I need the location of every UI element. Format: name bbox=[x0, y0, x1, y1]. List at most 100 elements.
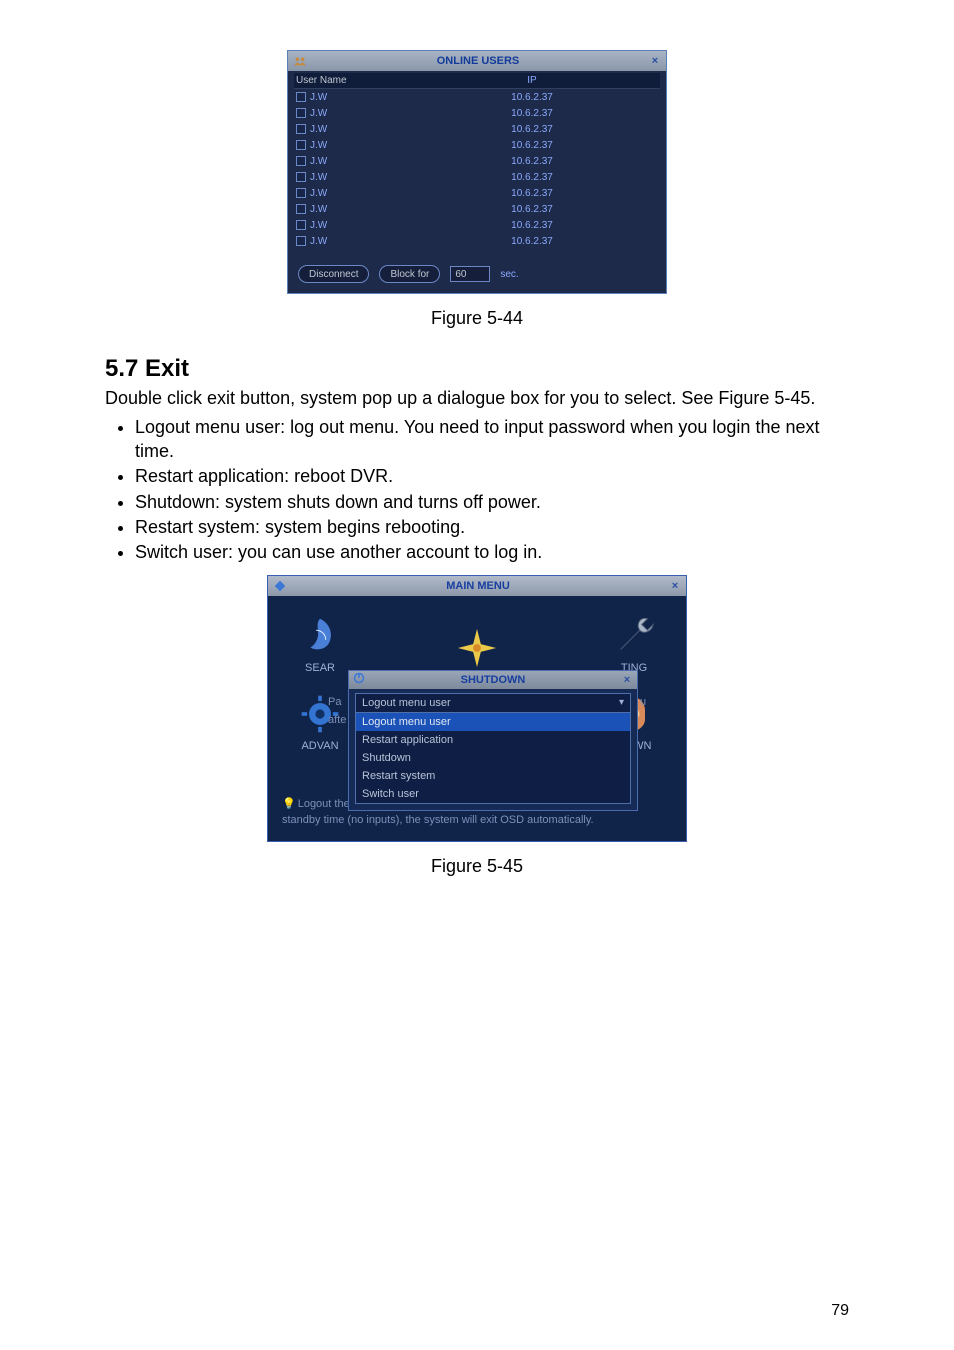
main-menu-icon bbox=[272, 578, 288, 594]
chevron-down-icon: ▾ bbox=[619, 697, 624, 708]
shutdown-option[interactable]: Shutdown bbox=[356, 749, 630, 767]
online-users-titlebar: ONLINE USERS × bbox=[288, 51, 666, 71]
table-row[interactable]: J.W 10.6.2.37 bbox=[294, 105, 660, 121]
menu-label: ADVAN bbox=[301, 740, 338, 752]
shutdown-select[interactable]: Logout menu user ▾ Logout menu user Rest… bbox=[355, 693, 631, 804]
list-item: Logout menu user: log out menu. You need… bbox=[135, 416, 849, 463]
row-user: J.W bbox=[310, 108, 327, 119]
main-menu-search[interactable]: SEAR bbox=[296, 612, 344, 674]
main-menu-body: SEAR TING bbox=[268, 596, 686, 796]
exit-options-list: Logout menu user: log out menu. You need… bbox=[105, 416, 849, 564]
row-checkbox[interactable] bbox=[296, 108, 306, 118]
main-menu-title: MAIN MENU bbox=[288, 580, 668, 592]
main-menu-info[interactable] bbox=[453, 624, 501, 674]
close-icon[interactable]: × bbox=[621, 674, 633, 686]
shutdown-option[interactable]: Logout menu user bbox=[356, 713, 630, 731]
close-icon[interactable]: × bbox=[668, 580, 682, 592]
info-icon bbox=[453, 624, 501, 672]
main-menu-dialog: MAIN MENU × SEAR bbox=[267, 575, 687, 842]
row-checkbox[interactable] bbox=[296, 204, 306, 214]
row-checkbox[interactable] bbox=[296, 188, 306, 198]
row-user: J.W bbox=[310, 188, 327, 199]
shutdown-dialog: SHUTDOWN × Logout menu user ▾ Logout men… bbox=[348, 670, 638, 811]
row-checkbox[interactable] bbox=[296, 124, 306, 134]
table-row[interactable]: J.W 10.6.2.37 bbox=[294, 169, 660, 185]
shutdown-option[interactable]: Restart application bbox=[356, 731, 630, 749]
row-checkbox[interactable] bbox=[296, 156, 306, 166]
online-users-table: User Name IP J.W 10.6.2.37 J.W 10.6.2.37 J… bbox=[288, 71, 666, 257]
table-row[interactable]: J.W 10.6.2.37 bbox=[294, 89, 660, 105]
table-row[interactable]: J.W 10.6.2.37 bbox=[294, 201, 660, 217]
col-user-name: User Name bbox=[296, 75, 406, 86]
list-item: Restart application: reboot DVR. bbox=[135, 465, 849, 488]
row-ip: 10.6.2.37 bbox=[404, 236, 660, 247]
table-row[interactable]: J.W 10.6.2.37 bbox=[294, 233, 660, 249]
shutdown-title-icon bbox=[353, 672, 365, 687]
row-user: J.W bbox=[310, 236, 327, 247]
online-users-actions: Disconnect Block for sec. bbox=[288, 257, 666, 293]
shutdown-select-value[interactable]: Logout menu user ▾ bbox=[356, 694, 630, 712]
col-ip: IP bbox=[406, 75, 658, 86]
hint-line-2: standby time (no inputs), the system wil… bbox=[282, 814, 594, 826]
online-users-dialog: ONLINE USERS × User Name IP J.W 10.6.2.37… bbox=[287, 50, 667, 294]
row-ip: 10.6.2.37 bbox=[404, 188, 660, 199]
row-checkbox[interactable] bbox=[296, 92, 306, 102]
table-row[interactable]: J.W 10.6.2.37 bbox=[294, 185, 660, 201]
search-icon bbox=[296, 612, 344, 660]
row-user: J.W bbox=[310, 156, 327, 167]
row-user: J.W bbox=[310, 92, 327, 103]
menu-label: SEAR bbox=[305, 662, 335, 674]
block-seconds-input[interactable] bbox=[450, 266, 490, 282]
list-item: Switch user: you can use another account… bbox=[135, 541, 849, 564]
disconnect-button[interactable]: Disconnect bbox=[298, 265, 369, 283]
figure-5-44-caption: Figure 5-44 bbox=[105, 308, 849, 329]
row-user: J.W bbox=[310, 204, 327, 215]
row-ip: 10.6.2.37 bbox=[404, 156, 660, 167]
shutdown-option[interactable]: Switch user bbox=[356, 785, 630, 803]
row-ip: 10.6.2.37 bbox=[404, 220, 660, 231]
fragment-afte: afte bbox=[328, 714, 346, 726]
row-user: J.W bbox=[310, 220, 327, 231]
close-icon[interactable]: × bbox=[648, 55, 662, 67]
fragment-u: u bbox=[640, 696, 646, 708]
fragment-pa: Pa bbox=[328, 696, 341, 708]
shutdown-option[interactable]: Restart system bbox=[356, 767, 630, 785]
row-ip: 10.6.2.37 bbox=[404, 108, 660, 119]
section-5-7-heading: 5.7 Exit bbox=[105, 355, 849, 383]
block-for-button[interactable]: Block for bbox=[379, 265, 440, 283]
row-checkbox[interactable] bbox=[296, 220, 306, 230]
row-user: J.W bbox=[310, 172, 327, 183]
shutdown-body: Logout menu user ▾ Logout menu user Rest… bbox=[349, 689, 637, 810]
row-ip: 10.6.2.37 bbox=[404, 172, 660, 183]
wrench-icon bbox=[610, 612, 658, 660]
section-5-7-para: Double click exit button, system pop up … bbox=[105, 387, 849, 410]
table-row[interactable]: J.W 10.6.2.37 bbox=[294, 153, 660, 169]
row-ip: 10.6.2.37 bbox=[404, 140, 660, 151]
figure-5-45-caption: Figure 5-45 bbox=[105, 856, 849, 877]
row-ip: 10.6.2.37 bbox=[404, 124, 660, 135]
main-menu-setting[interactable]: TING bbox=[610, 612, 658, 674]
table-header: User Name IP bbox=[294, 73, 660, 89]
row-ip: 10.6.2.37 bbox=[404, 204, 660, 215]
seconds-label: sec. bbox=[500, 269, 518, 280]
shutdown-title: SHUTDOWN bbox=[365, 674, 621, 686]
users-icon bbox=[292, 53, 308, 69]
main-menu-titlebar: MAIN MENU × bbox=[268, 576, 686, 596]
shutdown-options-list: Logout menu user Restart application Shu… bbox=[356, 712, 630, 803]
list-item: Restart system: system begins rebooting. bbox=[135, 516, 849, 539]
row-checkbox[interactable] bbox=[296, 172, 306, 182]
list-item: Shutdown: system shuts down and turns of… bbox=[135, 491, 849, 514]
row-user: J.W bbox=[310, 124, 327, 135]
table-row[interactable]: J.W 10.6.2.37 bbox=[294, 217, 660, 233]
row-checkbox[interactable] bbox=[296, 140, 306, 150]
page-number: 79 bbox=[831, 1302, 849, 1320]
shutdown-titlebar: SHUTDOWN × bbox=[349, 671, 637, 689]
row-checkbox[interactable] bbox=[296, 236, 306, 246]
table-row[interactable]: J.W 10.6.2.37 bbox=[294, 121, 660, 137]
lightbulb-icon: 💡 bbox=[282, 798, 296, 810]
table-row[interactable]: J.W 10.6.2.37 bbox=[294, 137, 660, 153]
row-ip: 10.6.2.37 bbox=[404, 92, 660, 103]
online-users-title: ONLINE USERS bbox=[308, 55, 648, 67]
row-user: J.W bbox=[310, 140, 327, 151]
shutdown-selected-label: Logout menu user bbox=[362, 697, 451, 709]
